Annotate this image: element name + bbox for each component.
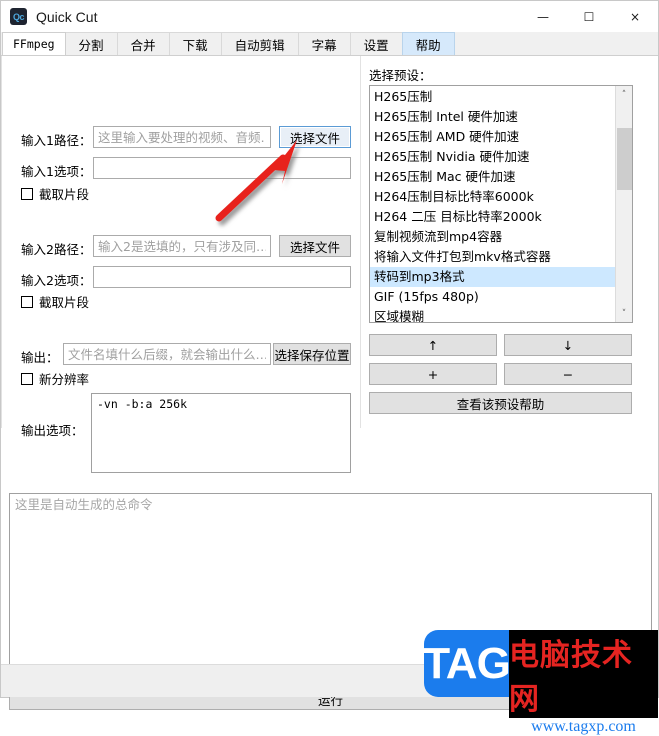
tab-bar: FFmpeg 分割 合并 下载 自动剪辑 字幕 设置 帮助 [1, 32, 658, 56]
list-item[interactable]: H264压制目标比特率6000k [370, 187, 615, 207]
preset-list-items: H265压制 H265压制 Intel 硬件加速 H265压制 AMD 硬件加速… [370, 86, 615, 322]
tab-settings[interactable]: 设置 [349, 32, 403, 55]
input2-options-input[interactable] [93, 266, 351, 288]
input1-options-label: 输入1选项： [21, 164, 92, 179]
preset-help-button[interactable]: 查看该预设帮助 [369, 392, 632, 414]
list-item[interactable]: 复制视频流到mp4容器 [370, 227, 615, 247]
app-icon: Qc [10, 8, 27, 25]
list-item[interactable]: H265压制 AMD 硬件加速 [370, 127, 615, 147]
tab-help[interactable]: 帮助 [401, 32, 455, 55]
scrollbar-thumb[interactable] [617, 128, 632, 190]
title-bar: Qc Quick Cut — ☐ × [1, 1, 658, 32]
app-window: Qc Quick Cut — ☐ × FFmpeg 分割 合并 下载 自动剪辑 … [0, 0, 659, 736]
add-preset-button[interactable]: + [369, 363, 497, 385]
top-panels: 输入1路径： 选择文件 输入1选项： 截取片段 输入2路径： 选择文件 输入2选… [1, 56, 658, 473]
input1-choose-file-button[interactable]: 选择文件 [279, 126, 351, 148]
checkbox-box-icon [21, 187, 33, 200]
input1-clip-label: 截取片段 [39, 187, 90, 202]
output-label: 输出： [21, 350, 59, 365]
list-item[interactable]: H265压制 Mac 硬件加速 [370, 167, 615, 187]
watermark: TAG 电脑技术网 www.tagxp.com [423, 630, 658, 736]
input2-clip-checkbox[interactable]: 截取片段 [21, 292, 89, 311]
input1-options-input[interactable] [93, 157, 351, 179]
input1-path-input[interactable] [93, 126, 271, 148]
tab-auto-edit[interactable]: 自动剪辑 [220, 32, 299, 55]
input2-choose-file-button[interactable]: 选择文件 [279, 235, 351, 257]
input2-clip-label: 截取片段 [39, 295, 90, 310]
maximize-icon[interactable]: ☐ [566, 1, 612, 32]
move-up-button[interactable]: ↑ [369, 334, 497, 356]
new-resolution-label: 新分辨率 [39, 372, 90, 387]
list-item[interactable]: H265压制 [370, 87, 615, 107]
minimize-icon[interactable]: — [520, 1, 566, 32]
close-icon[interactable]: × [612, 1, 658, 32]
move-down-button[interactable]: ↓ [504, 334, 632, 356]
tab-ffmpeg[interactable]: FFmpeg [2, 32, 66, 55]
checkbox-box-icon [21, 295, 33, 308]
input1-path-label: 输入1路径： [21, 133, 92, 148]
scroll-down-icon[interactable]: ˅ [616, 305, 632, 322]
output-options-textarea[interactable] [91, 393, 351, 473]
preset-listbox[interactable]: H265压制 H265压制 Intel 硬件加速 H265压制 AMD 硬件加速… [369, 85, 633, 323]
tab-merge[interactable]: 合并 [116, 32, 170, 55]
choose-save-location-button[interactable]: 选择保存位置 [273, 343, 351, 365]
preset-panel: 选择预设： H265压制 H265压制 Intel 硬件加速 H265压制 AM… [361, 56, 658, 428]
watermark-site-name: 电脑技术网 [509, 630, 658, 718]
list-item[interactable]: GIF (15fps 480p) [370, 287, 615, 307]
ffmpeg-input-panel: 输入1路径： 选择文件 输入1选项： 截取片段 输入2路径： 选择文件 输入2选… [1, 56, 361, 473]
new-resolution-checkbox[interactable]: 新分辨率 [21, 369, 89, 388]
output-options-label: 输出选项： [21, 423, 84, 438]
tab-split[interactable]: 分割 [64, 32, 118, 55]
main-content: 输入1路径： 选择文件 输入1选项： 截取片段 输入2路径： 选择文件 输入2选… [1, 56, 658, 710]
remove-preset-button[interactable]: − [504, 363, 632, 385]
input2-options-label: 输入2选项： [21, 273, 92, 288]
window-title: Quick Cut [36, 8, 98, 25]
list-item[interactable]: H265压制 Intel 硬件加速 [370, 107, 615, 127]
list-item-selected[interactable]: 转码到mp3格式 [370, 267, 615, 287]
list-item[interactable]: H264 二压 目标比特率2000k [370, 207, 615, 227]
preset-scrollbar[interactable]: ˄ ˅ [615, 86, 632, 322]
watermark-logo: TAG [423, 630, 511, 697]
list-item[interactable]: 区域模糊 [370, 307, 615, 322]
tab-download[interactable]: 下载 [168, 32, 222, 55]
watermark-text: 电脑技术网 www.tagxp.com [509, 630, 658, 736]
preset-title-label: 选择预设： [369, 68, 432, 83]
tab-subtitle[interactable]: 字幕 [297, 32, 351, 55]
window-controls: — ☐ × [520, 1, 658, 32]
list-item[interactable]: H265压制 Nvidia 硬件加速 [370, 147, 615, 167]
watermark-url: www.tagxp.com [509, 718, 658, 736]
input2-path-input[interactable] [93, 235, 271, 257]
input1-clip-checkbox[interactable]: 截取片段 [21, 184, 89, 203]
input2-path-label: 输入2路径： [21, 242, 92, 257]
list-item[interactable]: 将输入文件打包到mkv格式容器 [370, 247, 615, 267]
checkbox-box-icon [21, 372, 33, 385]
scroll-up-icon[interactable]: ˄ [616, 86, 632, 103]
output-path-input[interactable] [63, 343, 271, 365]
